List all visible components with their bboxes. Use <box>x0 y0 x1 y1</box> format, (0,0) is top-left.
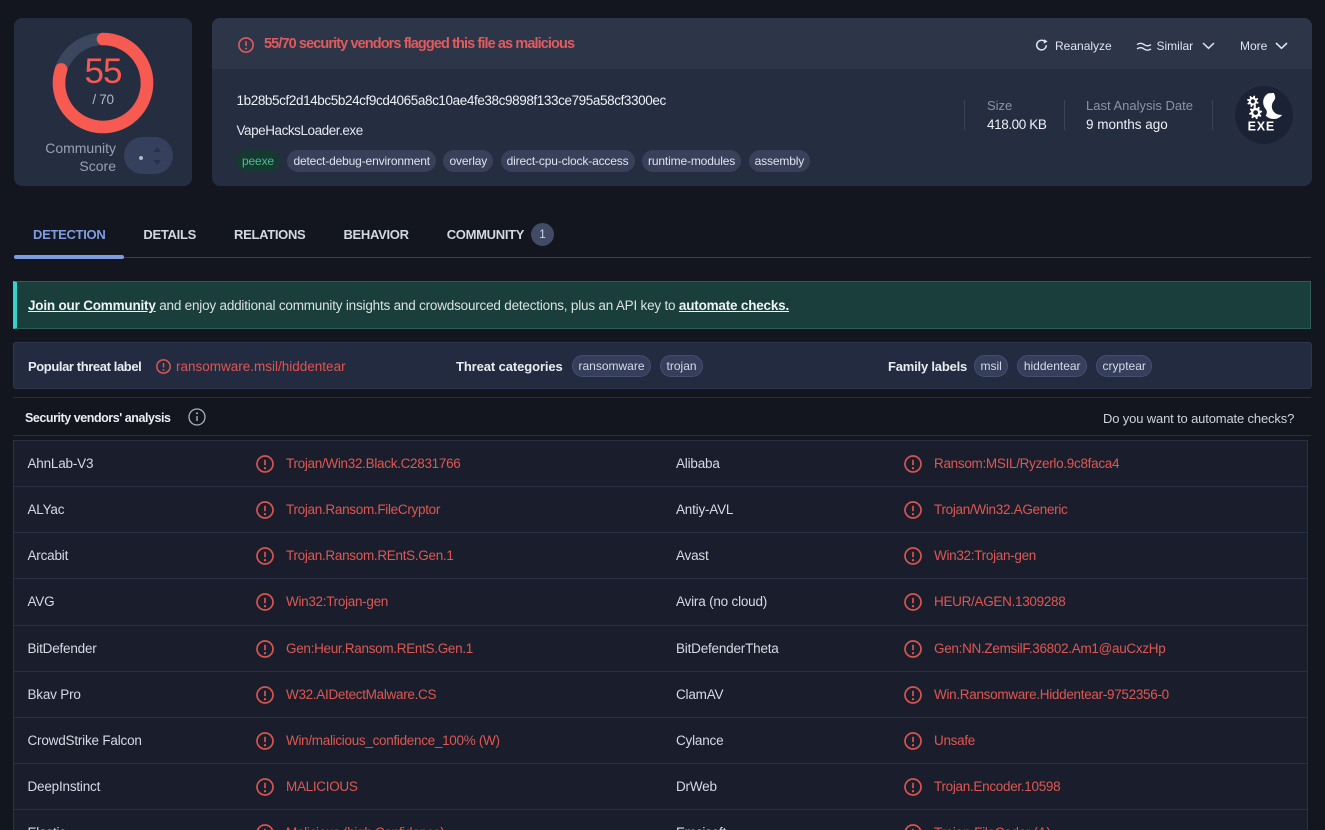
svg-text:EXE: EXE <box>1248 120 1275 134</box>
